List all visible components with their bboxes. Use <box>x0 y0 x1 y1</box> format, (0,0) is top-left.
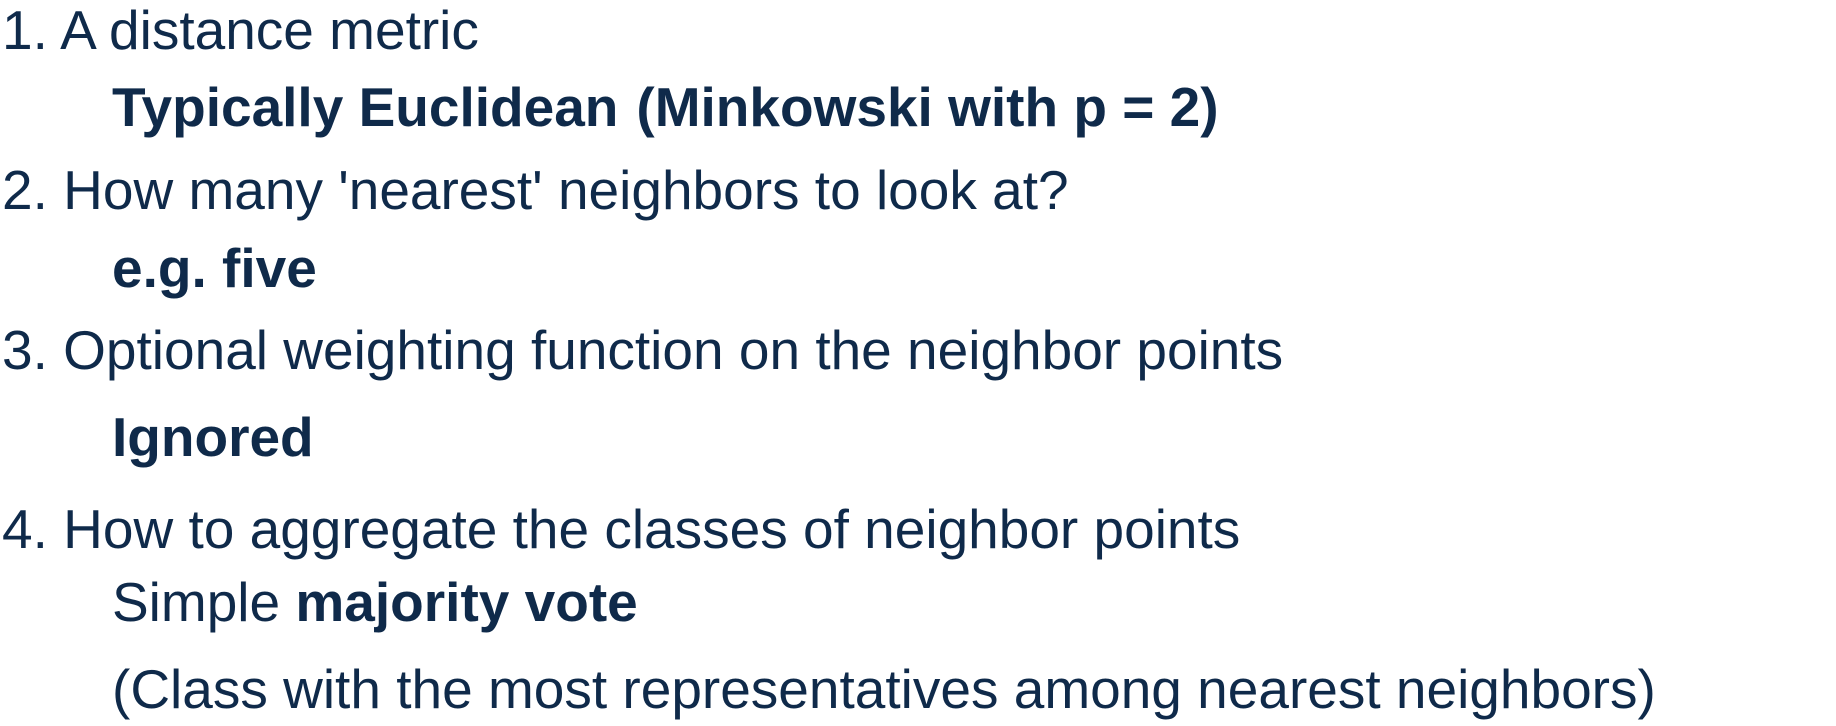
item-4-detail: Simple majority vote <box>112 575 638 630</box>
item-1-heading: 1. A distance metric <box>2 0 479 61</box>
item-4-detail-note: (Class with the most representatives amo… <box>112 658 1656 720</box>
item-3-heading: 3. Optional weighting function on the ne… <box>2 319 1284 381</box>
item-2-detail: e.g. five <box>112 237 317 299</box>
item-1-detail-part-1: Typically Euclidean <box>112 76 619 138</box>
knn-parameters-slide: 1. A distance metric Typically Euclidean… <box>0 0 1836 726</box>
item-2-heading: 2. How many 'nearest' neighbors to look … <box>2 159 1069 221</box>
item-4-heading: 4. How to aggregate the classes of neigh… <box>2 498 1241 560</box>
item-4-detail-bold: majority vote <box>295 571 638 633</box>
item-1-detail-part-2: (Minkowski with p = 2) <box>636 76 1219 138</box>
item-1-detail: Typically Euclidean (Minkowski with p = 2… <box>112 80 1219 135</box>
item-3-detail: Ignored <box>112 406 314 468</box>
item-4-detail-prefix: Simple <box>112 571 281 633</box>
